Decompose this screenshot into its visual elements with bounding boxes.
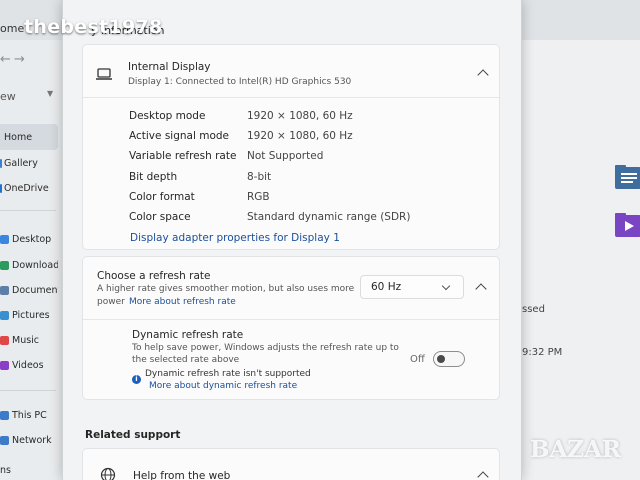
sidebar-item-desktop[interactable]: Desktop (0, 226, 58, 252)
bit-depth-value: 8-bit (247, 171, 272, 183)
internal-display-card: Internal Display Display 1: Connected to… (82, 44, 500, 250)
refresh-rate-description-cont: power (97, 297, 125, 307)
help-from-web-title: Help from the web (133, 470, 231, 480)
toggle-state-label: Off (410, 354, 425, 365)
chevron-up-icon[interactable] (477, 69, 489, 81)
sidebar-item-this-pc[interactable]: This PC (0, 402, 58, 428)
sidebar-item-network[interactable]: Network (0, 427, 58, 453)
downloads-icon (0, 260, 9, 270)
sidebar-item-label: OneDrive (4, 182, 49, 194)
chevron-down-icon (441, 281, 451, 291)
item-status-text: ssed (522, 304, 545, 315)
explorer-content-pane: ssed 9:32 PM (522, 40, 640, 480)
sidebar-item-label: This PC (12, 409, 47, 421)
dynamic-refresh-rate-toggle[interactable] (433, 351, 465, 367)
sidebar-item-label: Music (12, 334, 40, 346)
help-from-web-card[interactable]: Help from the web (82, 448, 500, 480)
related-support-heading: Related support (85, 429, 181, 441)
documents-icon (0, 285, 9, 295)
sidebar-divider (0, 210, 56, 211)
desktop-mode-value: 1920 × 1080, 60 Hz (247, 110, 353, 122)
seller-watermark: thebest1978 (24, 16, 163, 38)
gallery-icon (0, 158, 2, 168)
explorer-tab-title[interactable]: ome (0, 22, 24, 35)
sidebar-item-downloads[interactable]: Downloads (0, 252, 58, 278)
settings-window: y information Internal Display Display 1… (62, 0, 522, 480)
sidebar-item-label: Desktop (12, 233, 52, 245)
bit-depth-label: Bit depth (129, 171, 178, 183)
sidebar-item-pictures[interactable]: Pictures (0, 302, 58, 328)
refresh-rate-title: Choose a refresh rate (97, 270, 211, 282)
onedrive-icon (0, 183, 2, 193)
view-menu[interactable]: ew ▼ (0, 89, 60, 112)
forward-arrow-icon[interactable]: → (14, 52, 25, 67)
sidebar-item-videos[interactable]: Videos (0, 352, 58, 378)
drr-not-supported-text: Dynamic refresh rate isn't supported (145, 369, 311, 379)
refresh-rate-description: A higher rate gives smoother motion, but… (97, 284, 355, 294)
this-pc-icon (0, 410, 9, 420)
active-signal-mode-label: Active signal mode (129, 130, 229, 142)
folder-documents-icon[interactable] (614, 164, 640, 190)
active-signal-mode-value: 1920 × 1080, 60 Hz (247, 130, 353, 142)
color-format-label: Color format (129, 191, 195, 203)
dynamic-refresh-rate-description: To help save power, Windows adjusts the … (132, 343, 399, 353)
sidebar-item-label: Network (12, 434, 52, 446)
sidebar-item-onedrive[interactable]: OneDrive (0, 175, 58, 201)
view-menu-label: ew (0, 90, 16, 103)
sidebar-item-label: Gallery (4, 157, 38, 169)
network-icon (0, 435, 9, 445)
internal-display-title: Internal Display (128, 61, 211, 73)
sidebar-item-home[interactable]: Home (0, 124, 58, 150)
refresh-rate-selected-value: 60 Hz (371, 281, 402, 293)
color-format-value: RGB (247, 191, 270, 203)
variable-refresh-rate-value: Not Supported (247, 150, 324, 162)
refresh-rate-dropdown[interactable]: 60 Hz (360, 275, 464, 299)
sidebar-item-label: Pictures (12, 309, 50, 321)
display-adapter-properties-link[interactable]: Display adapter properties for Display 1 (130, 232, 340, 244)
chevron-down-icon: ▼ (47, 89, 54, 98)
back-arrow-icon[interactable]: ← (0, 52, 11, 67)
sidebar-item-label: Documents (12, 284, 58, 296)
card-divider (83, 97, 499, 98)
sidebar-item-label: Home (4, 131, 33, 143)
explorer-sidebar: Home Gallery OneDrive Desktop Downloads … (0, 122, 60, 480)
item-date-text: 9:32 PM (522, 347, 563, 358)
variable-refresh-rate-label: Variable refresh rate (129, 150, 237, 162)
laptop-icon (96, 68, 112, 80)
dynamic-refresh-rate-title: Dynamic refresh rate (132, 329, 244, 341)
bazar-logo: BAZAR (530, 436, 622, 463)
desktop-mode-label: Desktop mode (129, 110, 206, 122)
chevron-up-icon[interactable] (475, 283, 487, 295)
info-icon: i (132, 375, 141, 384)
chevron-up-icon[interactable] (477, 471, 489, 480)
card-divider (83, 319, 499, 320)
toggle-knob (437, 355, 445, 363)
sidebar-item-documents[interactable]: Documents (0, 277, 58, 303)
internal-display-subtitle: Display 1: Connected to Intel(R) HD Grap… (128, 77, 352, 87)
sidebar-item-partial[interactable]: ns (0, 457, 58, 480)
folder-videos-icon[interactable] (614, 212, 640, 238)
color-space-label: Color space (129, 211, 191, 223)
sidebar-divider (0, 390, 56, 391)
videos-icon (0, 360, 9, 370)
dynamic-refresh-rate-description-cont: the selected rate above (132, 355, 240, 365)
more-about-dynamic-refresh-rate-link[interactable]: More about dynamic refresh rate (149, 381, 297, 391)
music-icon (0, 335, 9, 345)
sidebar-item-music[interactable]: Music (0, 327, 58, 353)
sidebar-item-label: ns (0, 464, 11, 476)
globe-icon (100, 467, 116, 480)
color-space-value: Standard dynamic range (SDR) (247, 211, 411, 223)
desktop-icon (0, 234, 9, 244)
sidebar-item-label: Videos (12, 359, 44, 371)
pictures-icon (0, 310, 9, 320)
sidebar-item-label: Downloads (12, 259, 58, 271)
sidebar-item-gallery[interactable]: Gallery (0, 150, 58, 176)
more-about-refresh-rate-link[interactable]: More about refresh rate (129, 297, 236, 307)
